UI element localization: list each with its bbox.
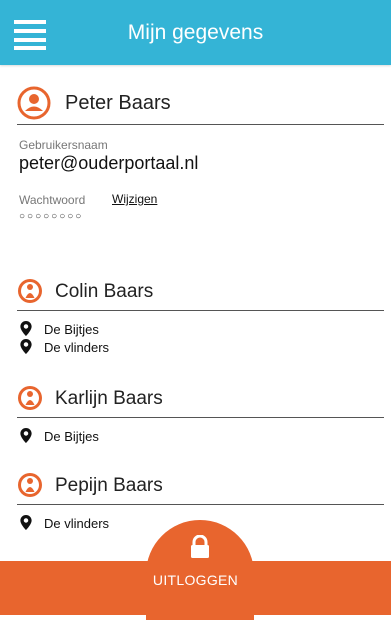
person-icon — [17, 86, 51, 120]
password-label: Wachtwoord — [19, 193, 86, 207]
group-label: De vlinders — [44, 516, 110, 531]
child-avatar-icon — [18, 473, 42, 497]
parent-name: Peter Baars — [65, 92, 171, 114]
username-value: peter@ouderportaal.nl — [19, 153, 199, 173]
child-header: Karlijn Baars — [17, 383, 384, 418]
group-row: De Bijtjes — [17, 321, 384, 337]
child-name: Karlijn Baars — [55, 388, 163, 409]
lock-icon[interactable] — [189, 535, 211, 559]
group-label: De Bijtjes — [44, 322, 99, 337]
child-avatar-icon — [18, 386, 42, 410]
child-name: Colin Baars — [55, 281, 154, 302]
username-label: Gebruikersnaam — [19, 138, 108, 152]
child-card-karlijn: Karlijn Baars De Bijtjes — [17, 383, 384, 444]
group-label: De Bijtjes — [44, 429, 99, 444]
password-mask: ○○○○○○○○ — [19, 211, 84, 222]
change-password-link[interactable]: Wijzigen — [112, 192, 157, 206]
page-title: Mijn gegevens — [127, 21, 264, 44]
child-header: Pepijn Baars — [17, 470, 384, 505]
logout-label[interactable]: UITLOGGEN — [0, 572, 391, 588]
group-row: De vlinders — [17, 339, 384, 355]
group-label: De vlinders — [44, 340, 110, 355]
app-header: Mijn gegevens — [0, 0, 391, 65]
location-pin-icon — [20, 339, 32, 354]
child-avatar-icon — [18, 279, 42, 303]
parent-profile-row: Peter Baars — [17, 86, 384, 125]
child-header: Colin Baars — [17, 276, 384, 311]
location-pin-icon — [20, 515, 32, 530]
child-card-colin: Colin Baars De Bijtjes De vlinders — [17, 276, 384, 355]
group-row: De Bijtjes — [17, 428, 384, 444]
location-pin-icon — [20, 428, 32, 443]
location-pin-icon — [20, 321, 32, 336]
child-name: Pepijn Baars — [55, 475, 163, 496]
